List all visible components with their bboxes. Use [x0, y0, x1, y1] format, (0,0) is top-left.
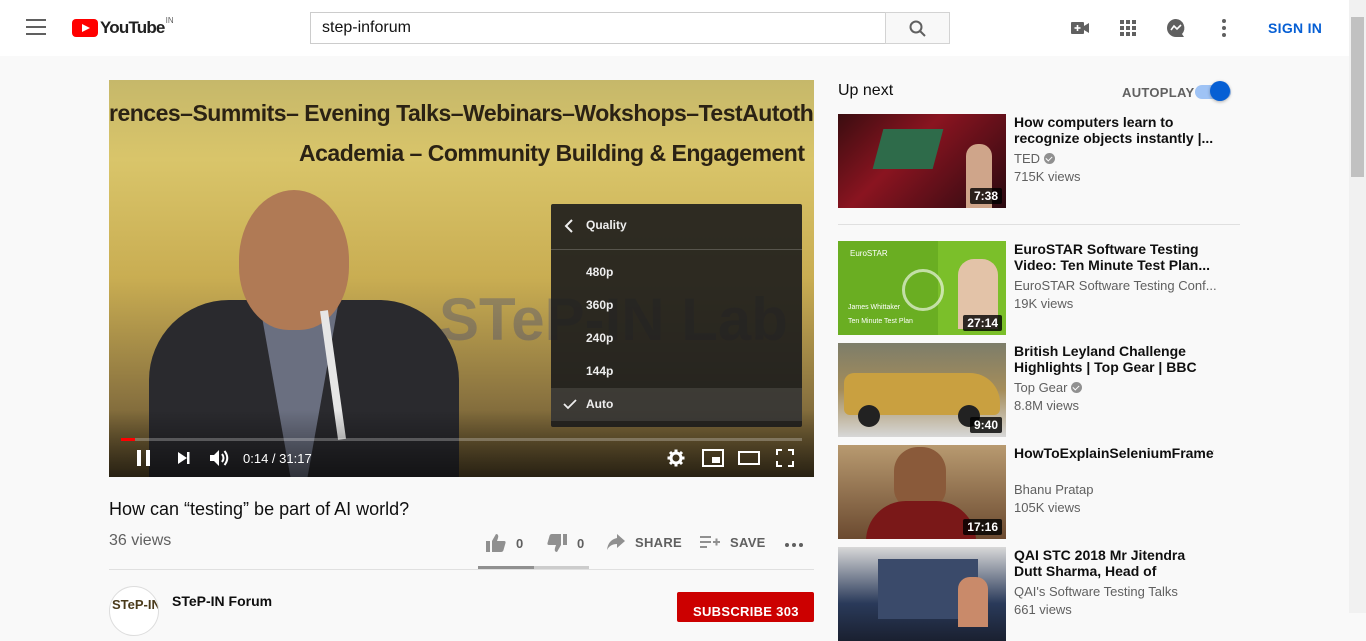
info-divider	[109, 569, 814, 570]
verified-badge-icon	[1044, 153, 1055, 164]
video-card-channel: Bhanu Pratap	[1014, 482, 1094, 497]
video-thumbnail[interactable]: EuroSTAR James Whittaker Ten Minute Test…	[838, 241, 1006, 335]
next-icon[interactable]	[175, 449, 193, 467]
video-title: How can “testing” be part of AI world?	[109, 499, 410, 519]
theater-mode-icon[interactable]	[738, 449, 760, 467]
volume-icon[interactable]	[209, 449, 231, 467]
quality-option-144p[interactable]: 144p	[551, 355, 802, 388]
thumb-caption: EuroSTAR	[850, 249, 888, 258]
video-card-views: 715K views	[1014, 169, 1081, 184]
fullscreen-icon[interactable]	[776, 449, 794, 467]
create-video-icon[interactable]	[1068, 16, 1092, 40]
video-card-title[interactable]: EuroSTAR Software Testing Video: Ten Min…	[1014, 241, 1214, 273]
quality-option-480p[interactable]: 480p	[551, 256, 802, 289]
scrollbar-thumb[interactable]	[1351, 17, 1364, 177]
share-arrow-icon	[607, 534, 625, 550]
up-next-video-card[interactable]: 17:16 HowToExplainSeleniumFramewo Bhanu …	[838, 445, 1240, 539]
play-logo-icon	[72, 19, 98, 37]
quality-option-auto[interactable]: Auto	[551, 388, 802, 421]
chevron-left-icon	[564, 219, 573, 233]
share-button[interactable]: SHARE	[607, 534, 682, 550]
progress-played	[121, 438, 135, 441]
logo-text: YouTube	[100, 18, 165, 37]
settings-gear-icon[interactable]	[667, 449, 685, 467]
video-thumbnail[interactable]	[838, 547, 1006, 641]
quality-menu-title: Quality	[586, 218, 627, 232]
view-count: 36 views	[109, 532, 172, 549]
pause-icon[interactable]	[135, 449, 153, 467]
checkmark-icon	[563, 399, 577, 410]
video-card-views: 105K views	[1014, 500, 1081, 515]
quality-menu-back[interactable]: Quality	[551, 204, 802, 250]
thumbs-down-icon	[547, 534, 567, 552]
video-thumbnail[interactable]: 7:38	[838, 114, 1006, 208]
duration-badge: 7:38	[969, 188, 1002, 204]
up-next-video-card[interactable]: 9:40 British Leyland Challenge Highlight…	[838, 343, 1240, 437]
up-next-video-card[interactable]: EuroSTAR James Whittaker Ten Minute Test…	[838, 241, 1240, 335]
more-vert-icon[interactable]	[1212, 16, 1236, 40]
playlist-add-icon	[700, 536, 720, 548]
quality-option-360p[interactable]: 360p	[551, 289, 802, 322]
subscribe-button[interactable]: SUBSCRIBE 303	[677, 592, 814, 622]
youtube-logo[interactable]: YouTube IN	[72, 15, 174, 38]
time-display: 0:14 / 31:17	[243, 451, 312, 466]
sidebar-divider	[838, 224, 1240, 225]
save-button[interactable]: SAVE	[700, 534, 766, 550]
share-label: SHARE	[635, 534, 683, 550]
autoplay-toggle-knob[interactable]	[1210, 81, 1230, 101]
duration-badge: 17:16	[963, 519, 1002, 535]
search-value: step-inforum	[322, 19, 411, 36]
quality-menu: Quality 480p 360p 240p 144p Auto	[551, 204, 802, 427]
verified-badge-icon	[1071, 382, 1083, 393]
channel-name[interactable]: STeP-IN Forum	[172, 593, 272, 609]
video-card-views: 19K views	[1014, 296, 1074, 311]
video-card-views: 661 views	[1014, 602, 1072, 617]
masthead: YouTube IN step-inforum SIGN IN	[0, 0, 1366, 56]
thumb-caption: Ten Minute Test Plan	[848, 318, 913, 325]
video-thumbnail[interactable]: 9:40	[838, 343, 1006, 437]
up-next-video-card[interactable]: 7:38 How computers learn to recognize ob…	[838, 114, 1240, 208]
search-input[interactable]: step-inforum	[310, 12, 886, 44]
video-thumbnail[interactable]: 17:16	[838, 445, 1006, 539]
like-count: 0	[516, 535, 524, 551]
play-circle-icon	[902, 269, 944, 311]
video-card-views: 8.8M views	[1014, 398, 1080, 413]
progress-bar[interactable]	[121, 438, 802, 441]
autoplay-label: AUTOPLAY	[1122, 85, 1195, 100]
up-next-heading: Up next	[838, 82, 894, 99]
video-card-channel: TED	[1014, 151, 1055, 166]
save-label: SAVE	[730, 534, 766, 550]
video-frame-banner-line2: Academia – Community Building & Engageme…	[299, 140, 805, 166]
channel-avatar[interactable]: STeP-IN	[109, 586, 159, 636]
like-button[interactable]: 0	[486, 534, 524, 552]
video-card-title[interactable]: HowToExplainSeleniumFramewo	[1014, 445, 1214, 461]
duration-badge: 27:14	[963, 315, 1002, 331]
dislike-count: 0	[577, 535, 585, 551]
video-card-channel: QAI's Software Testing Talks	[1014, 584, 1178, 599]
page-scrollbar[interactable]	[1349, 0, 1366, 613]
video-card-channel: Top Gear	[1014, 380, 1083, 395]
thumbs-up-icon	[486, 534, 506, 552]
video-card-title[interactable]: QAI STC 2018 Mr Jitendra Dutt Sharma, He…	[1014, 547, 1214, 579]
video-card-channel: EuroSTAR Software Testing Conf...	[1014, 278, 1217, 293]
apps-grid-icon[interactable]	[1116, 16, 1140, 40]
menu-icon[interactable]	[26, 19, 46, 35]
search-icon	[909, 20, 926, 37]
video-card-title[interactable]: British Leyland Challenge Highlights | T…	[1014, 343, 1214, 375]
dislike-button[interactable]: 0	[547, 534, 585, 552]
thumb-caption: James Whittaker	[848, 304, 901, 311]
search-button[interactable]	[885, 12, 950, 44]
more-actions-icon[interactable]	[784, 542, 804, 548]
up-next-video-card[interactable]: QAI STC 2018 Mr Jitendra Dutt Sharma, He…	[838, 547, 1240, 641]
quality-option-240p[interactable]: 240p	[551, 322, 802, 355]
messages-icon[interactable]	[1164, 16, 1188, 40]
video-card-title[interactable]: How computers learn to recognize objects…	[1014, 114, 1214, 146]
sign-in-link[interactable]: SIGN IN	[1268, 20, 1322, 36]
logo-country: IN	[165, 15, 174, 25]
video-player[interactable]: rences–Summits– Evening Talks–Webinars–W…	[109, 80, 814, 477]
duration-badge: 9:40	[969, 417, 1002, 433]
miniplayer-icon[interactable]	[702, 449, 724, 467]
video-frame-banner-line1: rences–Summits– Evening Talks–Webinars–W…	[109, 100, 814, 126]
